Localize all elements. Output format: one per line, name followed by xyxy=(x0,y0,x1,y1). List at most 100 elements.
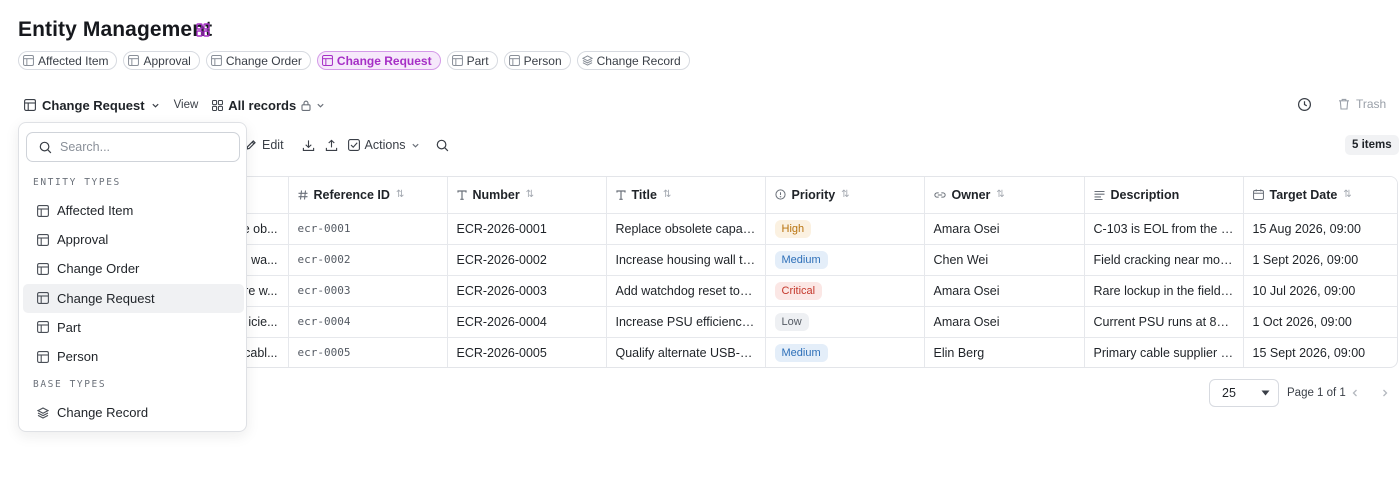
cell-number: ECR-2026-0003 xyxy=(447,275,607,307)
sort-icon[interactable]: ⇅ xyxy=(663,189,671,200)
cell-owner: Elin Berg xyxy=(924,337,1085,367)
sort-icon[interactable]: ⇅ xyxy=(996,189,1004,200)
table-icon xyxy=(37,292,49,305)
view-button[interactable]: View xyxy=(174,99,199,111)
entity-chip-label: Approval xyxy=(143,53,191,68)
dropdown-item[interactable]: Affected Item xyxy=(23,196,244,225)
sort-icon[interactable]: ⇅ xyxy=(396,189,404,200)
dropdown-item[interactable]: Change Order xyxy=(23,254,244,283)
cell-owner: Amara Osei xyxy=(924,213,1085,245)
table-icon xyxy=(37,321,49,334)
cell-description: C-103 is EOL from the su... xyxy=(1084,213,1244,245)
entity-chip[interactable]: Part xyxy=(446,51,498,70)
table-icon xyxy=(451,55,463,66)
table-icon xyxy=(37,350,49,363)
sort-icon[interactable]: ⇅ xyxy=(526,189,534,200)
chevron-down-icon xyxy=(411,141,420,150)
entity-chip-label: Person xyxy=(523,53,562,68)
checkbox-icon xyxy=(347,139,360,151)
column-header-owner[interactable]: Owner ⇅ xyxy=(924,177,1085,214)
cell-ref: ecr-0001 xyxy=(288,213,448,245)
actions-label: Actions xyxy=(364,138,406,152)
grid-icon[interactable] xyxy=(196,23,210,37)
column-header-title[interactable]: Title ⇅ xyxy=(606,177,766,214)
page-size-select[interactable]: 25 xyxy=(1209,379,1279,407)
page-size-value: 25 xyxy=(1222,386,1236,400)
column-header-ref[interactable]: Reference ID ⇅ xyxy=(288,177,448,214)
dropdown-item[interactable]: Change Request xyxy=(23,283,244,313)
dropdown-item-label: Change Order xyxy=(57,261,140,277)
layers-icon xyxy=(37,406,49,419)
records-view-label: All records xyxy=(228,97,297,113)
entity-chip[interactable]: Person xyxy=(503,51,571,70)
priority-badge: Medium xyxy=(774,343,828,362)
cell-owner: Amara Osei xyxy=(924,306,1085,338)
priority-badge: Medium xyxy=(774,250,828,269)
cell-priority: High xyxy=(765,213,925,245)
cell-description: Field cracking near moun... xyxy=(1084,244,1244,276)
dropdown-item-label: Change Request xyxy=(57,290,155,306)
edit-button[interactable]: Edit xyxy=(245,138,284,152)
cell-priority: Low xyxy=(765,306,925,338)
column-header-label: Title xyxy=(631,187,657,202)
dropdown-search-input[interactable] xyxy=(60,140,220,154)
cell-title: Add watchdog reset to firmware xyxy=(606,275,766,307)
cell-ref: ecr-0005 xyxy=(288,337,448,367)
trash-button[interactable]: Trash xyxy=(1338,97,1386,111)
column-header-target[interactable]: Target Date ⇅ xyxy=(1243,177,1397,214)
actions-menu[interactable]: Actions xyxy=(347,138,420,152)
cell-number: ECR-2026-0001 xyxy=(447,213,607,245)
priority-badge: Low xyxy=(774,312,809,331)
search-icon[interactable] xyxy=(436,139,449,152)
history-icon[interactable] xyxy=(1297,97,1312,112)
column-header-priority[interactable]: Priority ⇅ xyxy=(765,177,925,214)
dropdown-item[interactable]: Person xyxy=(23,342,244,371)
trash-icon xyxy=(1338,98,1350,110)
dropdown-item-label: Change Record xyxy=(57,405,149,420)
cell-priority: Medium xyxy=(765,337,925,367)
page-title: Entity Management xyxy=(18,18,213,41)
entity-chip[interactable]: Change Order xyxy=(205,51,311,70)
cell-ref: ecr-0002 xyxy=(288,244,448,276)
cell-owner: Amara Osei xyxy=(924,275,1085,307)
entity-selector[interactable]: Change Request xyxy=(24,98,160,113)
cell-target: 10 Jul 2026, 09:00 xyxy=(1243,275,1397,307)
column-header-label: Description xyxy=(1110,187,1180,202)
column-header-description[interactable]: Description xyxy=(1084,177,1244,214)
base-types-header: BASE TYPES xyxy=(33,379,107,390)
text-icon xyxy=(456,190,467,200)
entity-chip[interactable]: Change Request xyxy=(316,51,441,70)
column-header-number[interactable]: Number ⇅ xyxy=(447,177,607,214)
cell-number: ECR-2026-0004 xyxy=(447,306,607,338)
entity-chip-label: Change Request xyxy=(336,53,432,68)
sort-icon[interactable]: ⇅ xyxy=(841,189,849,200)
column-header-label: Target Date xyxy=(1269,187,1338,202)
records-view-selector[interactable]: All records xyxy=(212,98,325,113)
entity-chips: Affected Item Approval Change Order Change … xyxy=(18,51,690,70)
chevron-right-icon[interactable] xyxy=(1380,388,1390,398)
download-icon[interactable] xyxy=(302,139,315,152)
sort-icon[interactable]: ⇅ xyxy=(1343,189,1351,200)
entity-selector-label: Change Request xyxy=(42,97,145,113)
table-icon xyxy=(23,55,34,66)
cell-title: Increase PSU efficiency to... xyxy=(606,306,766,338)
cell-ref: ecr-0004 xyxy=(288,306,448,338)
grid-icon xyxy=(212,99,224,111)
dropdown-item[interactable]: Approval xyxy=(23,225,244,254)
entity-chip[interactable]: Approval xyxy=(123,51,200,70)
upload-icon[interactable] xyxy=(325,139,338,152)
cell-description: Primary cable supplier le... xyxy=(1084,337,1244,367)
page-info: Page 1 of 1 xyxy=(1287,387,1346,399)
entity-chip[interactable]: Change Record xyxy=(576,51,690,70)
dropdown-item-label: Person xyxy=(57,349,99,364)
layers-icon xyxy=(581,55,593,66)
table-icon xyxy=(37,204,49,217)
priority-badge: High xyxy=(774,219,812,238)
entity-chip[interactable]: Affected Item xyxy=(18,51,118,70)
cell-owner: Chen Wei xyxy=(924,244,1085,276)
dropdown-item[interactable]: Change Record xyxy=(23,398,244,427)
chevron-left-icon[interactable] xyxy=(1350,388,1360,398)
cell-number: ECR-2026-0002 xyxy=(447,244,607,276)
text-icon xyxy=(615,190,626,200)
dropdown-item[interactable]: Part xyxy=(23,313,244,342)
